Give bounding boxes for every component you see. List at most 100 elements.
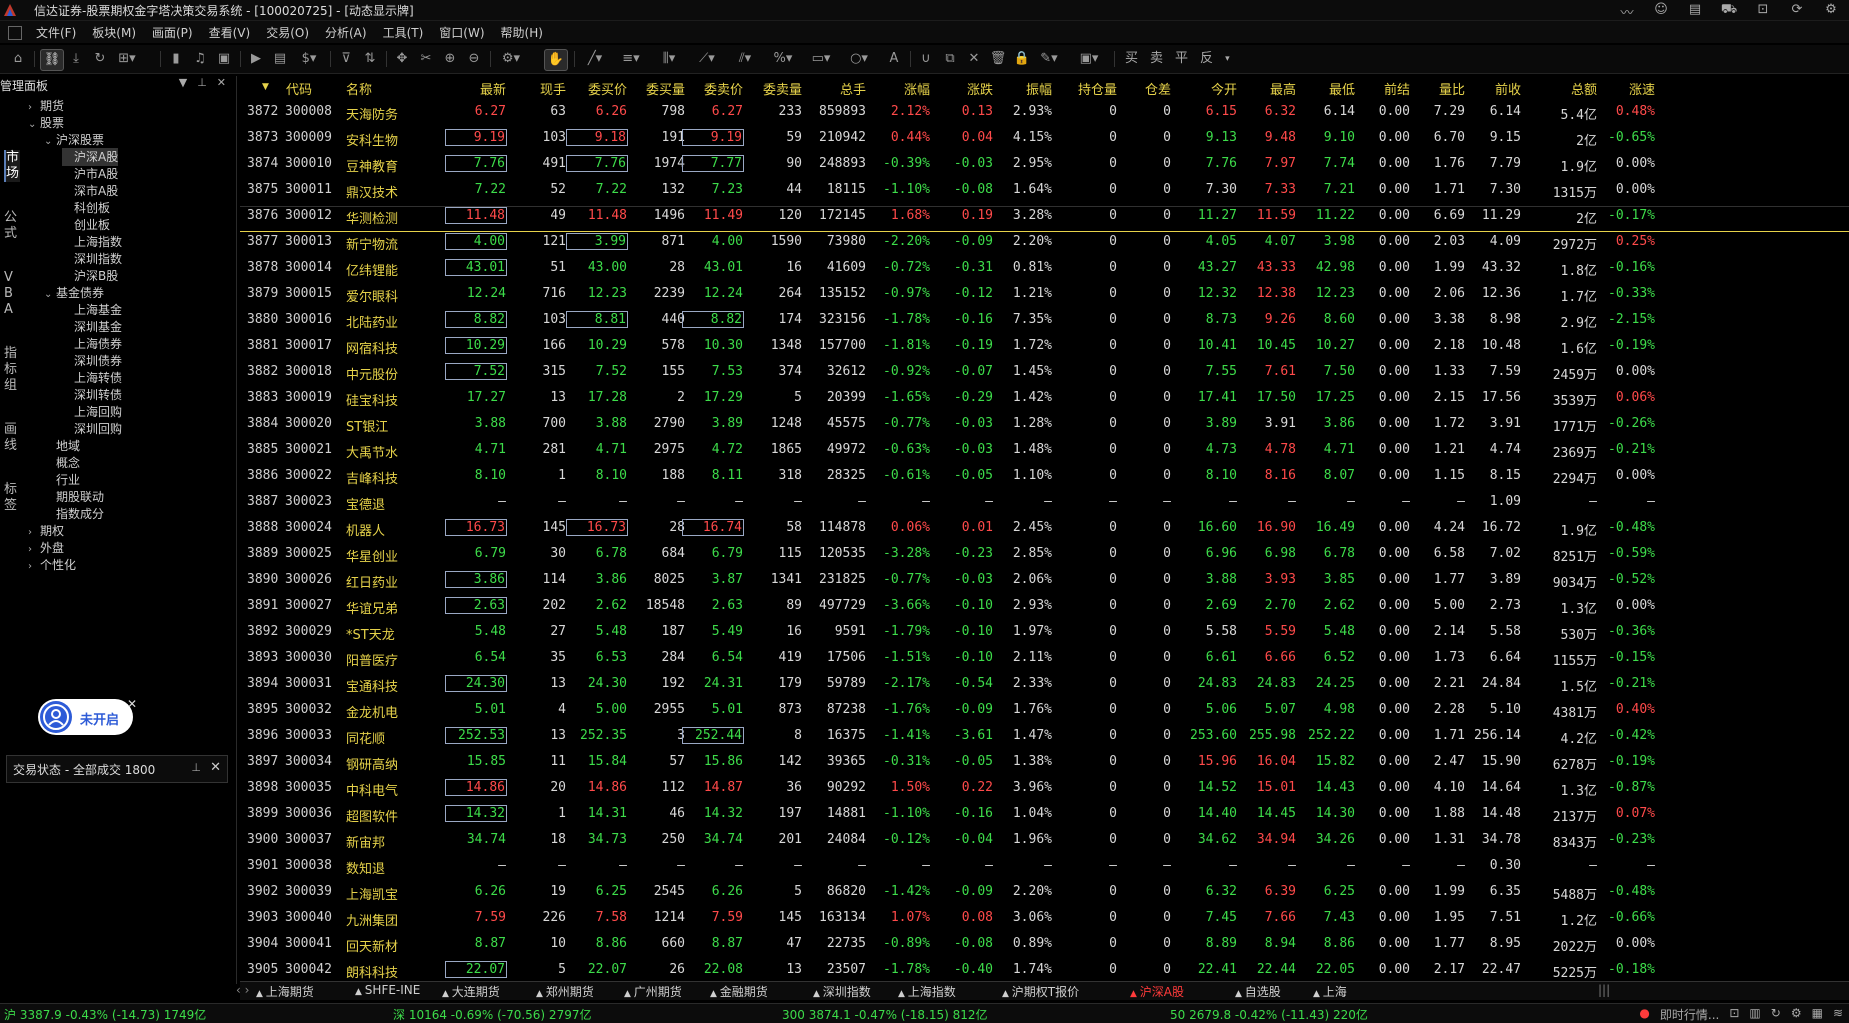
home-icon[interactable]: ⌂ bbox=[8, 49, 28, 69]
sheet-tab[interactable]: ▲ 大连期货 bbox=[442, 983, 500, 1000]
column-header[interactable]: 名称 bbox=[346, 79, 372, 98]
grid-icon[interactable]: ⊞▾ bbox=[114, 49, 140, 69]
table-row[interactable]: 3891 300027 华谊兄弟 2.63 202 2.62 18548 2.63 89 4977… bbox=[240, 592, 1660, 618]
tree-item[interactable]: 上海基金 bbox=[62, 301, 122, 319]
sheet-tab[interactable]: ▲ 深圳指数 bbox=[813, 983, 871, 1000]
column-header[interactable]: 涨速 bbox=[1629, 79, 1655, 98]
table-row[interactable]: 3890 300026 红日药业 3.86 114 3.86 8025 3.87 1341 231… bbox=[240, 566, 1660, 592]
chevron-down-icon[interactable]: ⌄ bbox=[28, 116, 40, 134]
table-row[interactable]: 3875 300011 鼎汉技术 7.22 52 7.22 132 7.23 44 18115 -1… bbox=[240, 176, 1660, 202]
channel-icon[interactable]: ⫽▾ bbox=[732, 49, 758, 69]
sort-icon[interactable]: ⇅ bbox=[360, 49, 380, 69]
column-header[interactable]: 前结 bbox=[1384, 79, 1410, 98]
sheet-tab[interactable]: ▲ 郑州期货 bbox=[536, 983, 594, 1000]
tab-scroll-icon[interactable]: ‹ › bbox=[236, 983, 249, 997]
sort-chevron-down-icon[interactable]: ▼ bbox=[262, 82, 269, 92]
tree-item[interactable]: 沪市A股 bbox=[62, 165, 118, 183]
table-row[interactable]: 3885 300021 大禹节水 4.71 281 4.71 2975 4.72 1865 499… bbox=[240, 436, 1660, 462]
download-icon[interactable]: ⤓ bbox=[66, 49, 86, 69]
column-header[interactable]: 最低 bbox=[1329, 79, 1355, 98]
side-tab-drawing[interactable]: 画线 bbox=[4, 422, 18, 454]
column-header[interactable]: 委卖量 bbox=[763, 79, 802, 98]
chevron-down-icon[interactable]: ⌄ bbox=[44, 286, 56, 304]
column-header[interactable]: 涨跌 bbox=[967, 79, 993, 98]
play-icon[interactable]: ▶ bbox=[246, 49, 266, 69]
tree-item[interactable]: ⌄ 基金债券 bbox=[44, 284, 104, 302]
delete-icon[interactable]: 🗑 bbox=[988, 49, 1008, 69]
more-chevron-icon[interactable]: ▾ bbox=[1225, 49, 1230, 69]
tree-item[interactable]: 上海转债 bbox=[62, 369, 122, 387]
side-tab-vba[interactable]: VBA bbox=[4, 270, 18, 318]
column-header[interactable]: 仓差 bbox=[1145, 79, 1171, 98]
column-header[interactable]: 代码 bbox=[286, 79, 312, 98]
panel-menu-icon[interactable]: ▼ bbox=[179, 76, 187, 89]
app-menu-icon[interactable] bbox=[8, 26, 22, 40]
filter-icon[interactable]: ⊽ bbox=[336, 49, 356, 69]
close-bubble-icon[interactable]: ✕ bbox=[127, 697, 137, 711]
tree-item[interactable]: 行业 bbox=[44, 471, 80, 489]
table-row[interactable]: 3878 300014 亿纬锂能 43.01 51 43.00 28 43.01 16 41609… bbox=[240, 254, 1660, 280]
table-row[interactable]: 3889 300025 华星创业 6.79 30 6.78 684 6.79 115 120535… bbox=[240, 540, 1660, 566]
status-hs300-index[interactable]: 300 3874.1 -0.47% (-18.15) 812亿 bbox=[782, 1006, 988, 1023]
table-row[interactable]: 3894 300031 宝通科技 24.30 13 24.30 192 24.31 179 597… bbox=[240, 670, 1660, 696]
table-row[interactable]: 3880 300016 北陆药业 8.82 103 8.81 440 8.82 174 32315… bbox=[240, 306, 1660, 332]
tree-item[interactable]: 期股联动 bbox=[44, 488, 104, 506]
menu-item-2[interactable]: 画面(P) bbox=[144, 24, 201, 41]
wifi-icon[interactable]: ≋ bbox=[1833, 1006, 1843, 1023]
column-header[interactable]: 量比 bbox=[1439, 79, 1465, 98]
tree-item[interactable]: 创业板 bbox=[62, 216, 110, 234]
tree-item[interactable]: 科创板 bbox=[62, 199, 110, 217]
table-row[interactable]: 3893 300030 阳普医疗 6.54 35 6.53 284 6.54 419 17506 -… bbox=[240, 644, 1660, 670]
dollar-icon[interactable]: $▾ bbox=[296, 49, 322, 69]
close-icon[interactable]: ✕ bbox=[210, 760, 221, 775]
rectangle-icon[interactable]: ▭▾ bbox=[808, 49, 834, 69]
pin-icon[interactable]: ⊥ bbox=[191, 761, 201, 774]
column-header[interactable]: 涨幅 bbox=[904, 79, 930, 98]
tree-item[interactable]: 深市A股 bbox=[62, 182, 118, 200]
side-tab-tags[interactable]: 标签 bbox=[4, 482, 18, 514]
tree-item[interactable]: 沪深B股 bbox=[62, 267, 118, 285]
gear-icon[interactable]: ⚙▾ bbox=[496, 49, 526, 69]
table-row[interactable]: 3899 300036 超图软件 14.32 1 14.31 46 14.32 197 14881… bbox=[240, 800, 1660, 826]
horizontal-scroll-handle[interactable]: ||| bbox=[1598, 983, 1610, 997]
line-tool-icon[interactable]: ╱▾ bbox=[582, 49, 608, 69]
magnet-icon[interactable]: ∪ bbox=[916, 49, 936, 69]
column-header[interactable]: 委卖价 bbox=[704, 79, 743, 98]
scissors-icon[interactable]: ✂ bbox=[416, 49, 436, 69]
tree-item[interactable]: 上海债券 bbox=[62, 335, 122, 353]
menu-item-8[interactable]: 帮助(H) bbox=[493, 24, 551, 41]
text-tool-icon[interactable]: A bbox=[884, 49, 904, 69]
column-header[interactable]: 委买价 bbox=[588, 79, 627, 98]
column-header[interactable]: 持仓量 bbox=[1078, 79, 1117, 98]
table-row[interactable]: 3872 300008 天海防务 6.27 63 6.26 798 6.27 233 859893… bbox=[240, 98, 1660, 124]
pen-icon[interactable]: ✎▾ bbox=[1036, 49, 1062, 69]
settings-status-icon[interactable]: ⚙ bbox=[1791, 1006, 1802, 1023]
tree-item[interactable]: › 期权 bbox=[28, 522, 64, 540]
menu-item-4[interactable]: 交易(O) bbox=[258, 24, 317, 41]
tree-item[interactable]: › 期货 bbox=[28, 97, 64, 115]
table-row[interactable]: 3901 300038 数知退 — — — — — — — — — — — — — — — — — 0.30 — — bbox=[240, 852, 1660, 878]
table-row[interactable]: 3874 300010 豆神教育 7.76 491 7.76 1974 7.77 90 24889… bbox=[240, 150, 1660, 176]
sheet-tab[interactable]: ▲ 上海指数 bbox=[898, 983, 956, 1000]
db-icon[interactable]: ▥ bbox=[1749, 1006, 1760, 1023]
tree-item[interactable]: › 个性化 bbox=[28, 556, 76, 574]
column-header[interactable]: 现手 bbox=[540, 79, 566, 98]
news-ticker[interactable]: 即时行情... bbox=[1660, 1006, 1719, 1023]
sheet-tab[interactable]: ▲ 金融期货 bbox=[710, 983, 768, 1000]
side-tab-indicators[interactable]: 指标组 bbox=[4, 346, 18, 394]
column-header[interactable]: 最新 bbox=[480, 79, 506, 98]
move-icon[interactable]: ✥ bbox=[392, 49, 412, 69]
menu-item-5[interactable]: 分析(A) bbox=[317, 24, 375, 41]
table-row[interactable]: 3905 300042 朗科科技 22.07 5 22.07 26 22.08 13 23507 -… bbox=[240, 956, 1660, 982]
buy-button[interactable]: 买 bbox=[1125, 49, 1138, 69]
sheet-tab[interactable]: ▲ SHFE-INE bbox=[355, 983, 420, 997]
status-sz-index[interactable]: 深 10164 -0.69% (-70.56) 2797亿 bbox=[393, 1006, 591, 1023]
tree-item[interactable]: 概念 bbox=[44, 454, 80, 472]
table-row[interactable]: 3904 300041 回天新材 8.87 10 8.86 660 8.87 47 22735 -0… bbox=[240, 930, 1660, 956]
table-row[interactable]: 3902 300039 上海凯宝 6.26 19 6.25 2545 6.26 5 86820 -1… bbox=[240, 878, 1660, 904]
column-header[interactable]: 振幅 bbox=[1026, 79, 1052, 98]
table-row[interactable]: 3898 300035 中科电气 14.86 20 14.86 112 14.87 36 9029… bbox=[240, 774, 1660, 800]
link-icon[interactable]: ⛓ bbox=[40, 49, 64, 71]
sell-button[interactable]: 卖 bbox=[1150, 49, 1163, 69]
table-row[interactable]: 3884 300020 ST银江 3.88 700 3.88 2790 3.89 1248 455… bbox=[240, 410, 1660, 436]
